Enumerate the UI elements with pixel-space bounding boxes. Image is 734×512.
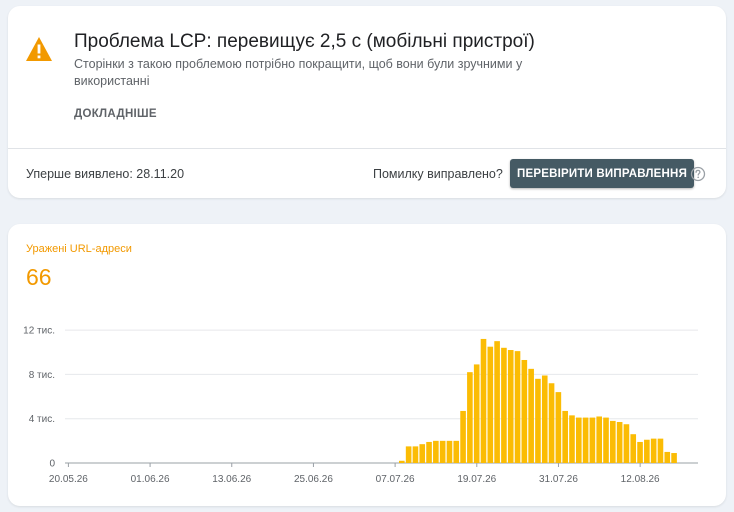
chart-bar (623, 424, 630, 463)
chart-bar (650, 438, 657, 463)
chart-bar (439, 440, 446, 463)
chart-bar (541, 375, 548, 463)
chart-bar (610, 420, 616, 463)
chart-bar (405, 446, 412, 463)
chart-bar (494, 341, 500, 463)
chart-bar (528, 368, 534, 463)
y-tick-label: 0 (49, 459, 55, 470)
chart-bar (575, 417, 582, 463)
x-tick-label: 13.06.26 (212, 474, 251, 485)
issue-card: Проблема LCP: перевищує 2,5 с (мобільні … (8, 6, 726, 198)
chart-bar (426, 441, 432, 463)
chart-bar (637, 441, 643, 463)
help-circle-icon[interactable] (690, 166, 706, 182)
chart-bar (412, 446, 419, 463)
warning-triangle-icon (26, 37, 52, 61)
chart-bar (521, 359, 528, 463)
x-tick-label: 31.07.26 (539, 474, 578, 485)
chart-bar (589, 417, 596, 463)
chart-bar (480, 338, 487, 463)
x-tick-label: 25.06.26 (294, 474, 333, 485)
chart-bar (603, 417, 609, 463)
details-link[interactable]: ДОКЛАДНІШЕ (74, 108, 157, 120)
chart-bar (664, 451, 671, 463)
x-tick-label: 01.06.26 (131, 474, 170, 485)
chart-bar (582, 417, 589, 463)
chart-bar (419, 444, 426, 463)
chart-bar (657, 438, 664, 463)
y-tick-label: 12 тис. (23, 326, 55, 337)
issue-description: Сторінки з такою проблемою потрібно покр… (74, 57, 523, 88)
chart-bar (671, 453, 677, 463)
chart-bar (453, 440, 460, 463)
chart-bar (433, 440, 439, 463)
fixed-question-label: Помилку виправлено? (373, 167, 503, 181)
validate-fix-button[interactable]: ПЕРЕВІРИТИ ВИПРАВЛЕННЯ (510, 159, 695, 188)
x-tick-label: 07.07.26 (376, 474, 415, 485)
chart-bar (535, 378, 541, 463)
chart-bar (507, 350, 514, 463)
chart-bar (644, 439, 650, 463)
x-tick-label: 12.08.26 (621, 474, 660, 485)
chart-bar (616, 422, 623, 463)
chart-bar (446, 440, 453, 463)
y-tick-label: 8 тис. (29, 370, 55, 381)
affected-urls-chart: 0 4 тис. 8 тис. 12 тис. 20.05.26 01.06.26 13.0… (23, 326, 698, 485)
x-tick-label: 20.05.26 (49, 474, 88, 485)
chart-bar (399, 460, 405, 463)
chart-bar (460, 410, 466, 463)
divider (8, 148, 726, 149)
chart-bar (596, 416, 603, 463)
chart-card: Уражені URL-адреси 66 04 тис. 8 тис. 12 ти… (8, 224, 726, 506)
chart-bar (630, 434, 637, 463)
chart-bar (514, 351, 521, 463)
issue-title: Проблема LCP: перевищує 2,5 с (мобільні … (74, 31, 535, 52)
chart-bar (555, 392, 562, 463)
chart-bar (467, 372, 473, 463)
chart-bar (562, 410, 568, 463)
chart-bar (473, 364, 480, 463)
chart-bar (487, 346, 494, 463)
y-tick-label: 4 тис. (29, 414, 55, 425)
first-detected-date: Уперше виявлено: 28.11.20 (26, 167, 185, 181)
chart-bar (548, 383, 555, 463)
chart-bar (569, 415, 575, 463)
x-tick-label: 19.07.26 (457, 474, 496, 485)
chart-bar (501, 347, 507, 463)
